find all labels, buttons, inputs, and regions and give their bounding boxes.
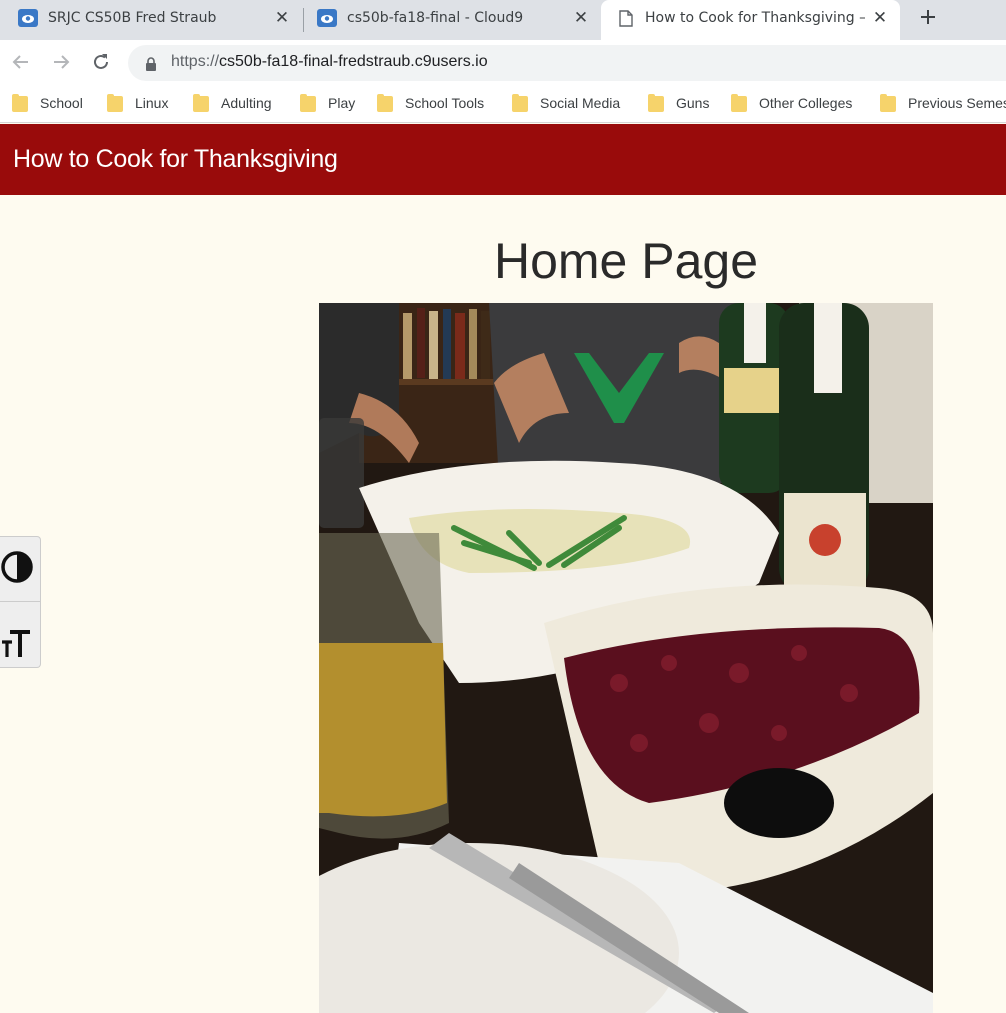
bookmark-label: School Tools (405, 95, 485, 111)
site-title[interactable]: How to Cook for Thanksgiving (13, 145, 338, 174)
reload-button[interactable] (90, 51, 112, 73)
plus-icon (921, 10, 935, 24)
bookmark-label: School (40, 95, 83, 111)
url-scheme: https:// (171, 53, 220, 70)
bookmark-label: Play (328, 95, 356, 111)
text-size-button[interactable] (0, 602, 40, 667)
tab-thanksgiving[interactable]: How to Cook for Thanksgiving – ✕ (601, 0, 900, 40)
back-button[interactable] (10, 51, 32, 73)
bookmark-label: Social Media (540, 95, 621, 111)
close-icon[interactable]: ✕ (870, 8, 890, 28)
tab-separator (303, 8, 304, 32)
url-host: cs50b-fa18-final-fredstraub.c9users.io (219, 53, 488, 70)
bookmark-social-media[interactable]: Social Media (512, 85, 620, 121)
tab-cloud9[interactable]: cs50b-fa18-final - Cloud9 ✕ (317, 0, 597, 40)
folder-icon (300, 94, 316, 112)
contrast-icon (1, 551, 33, 583)
browser-toolbar: https://cs50b-fa18-final-fredstraub.c9us… (0, 40, 1006, 85)
bookmark-school[interactable]: School (12, 85, 83, 121)
forward-button[interactable] (50, 51, 72, 73)
tab-title: cs50b-fa18-final - Cloud9 (347, 10, 524, 26)
close-icon[interactable]: ✕ (571, 8, 591, 28)
page-title: Home Page (493, 233, 759, 289)
bookmark-adulting[interactable]: Adulting (193, 85, 272, 121)
bookmark-school-tools[interactable]: School Tools (377, 85, 484, 121)
bookmark-label: Other Colleges (759, 95, 853, 111)
address-bar[interactable]: https://cs50b-fa18-final-fredstraub.c9us… (128, 45, 1006, 81)
cloud9-favicon-icon (317, 9, 337, 27)
bookmark-linux[interactable]: Linux (107, 85, 168, 121)
lock-icon (145, 56, 157, 71)
bookmark-guns[interactable]: Guns (648, 85, 709, 121)
contrast-toggle-button[interactable] (0, 537, 40, 602)
cloud9-favicon-icon (18, 9, 38, 27)
bookmark-label: Adulting (221, 95, 272, 111)
page-icon (619, 10, 639, 28)
close-icon[interactable]: ✕ (272, 8, 292, 28)
bookmarks-bar: School Linux Adulting Play School Tools … (0, 85, 1006, 123)
thanksgiving-table-photo (319, 303, 933, 1013)
bookmark-label: Guns (676, 95, 710, 111)
bookmark-label: Previous Semes (908, 95, 1006, 111)
reload-icon (94, 54, 108, 69)
tab-title: How to Cook for Thanksgiving – (645, 10, 865, 26)
folder-icon (377, 94, 393, 112)
tab-srjc[interactable]: SRJC CS50B Fred Straub ✕ (18, 0, 298, 40)
folder-icon (107, 94, 123, 112)
folder-icon (648, 94, 664, 112)
bookmark-play[interactable]: Play (300, 85, 355, 121)
arrow-left-icon (12, 55, 28, 69)
folder-icon (512, 94, 528, 112)
folder-icon (12, 94, 28, 112)
arrow-right-icon (54, 55, 70, 69)
folder-icon (731, 94, 747, 112)
site-header: How to Cook for Thanksgiving (0, 124, 1006, 195)
tab-title: SRJC CS50B Fred Straub (48, 10, 217, 26)
new-tab-button[interactable] (916, 6, 940, 30)
folder-icon (880, 94, 896, 112)
browser-tab-strip: SRJC CS50B Fred Straub ✕ cs50b-fa18-fina… (0, 0, 1006, 40)
accessibility-toolbar (0, 536, 41, 668)
url-text: https://cs50b-fa18-final-fredstraub.c9us… (171, 53, 488, 71)
bookmark-previous-semester[interactable]: Previous Semes (880, 85, 1006, 121)
bookmark-label: Linux (135, 95, 169, 111)
folder-icon (193, 94, 209, 112)
bookmark-other-colleges[interactable]: Other Colleges (731, 85, 852, 121)
text-size-icon (2, 630, 30, 657)
